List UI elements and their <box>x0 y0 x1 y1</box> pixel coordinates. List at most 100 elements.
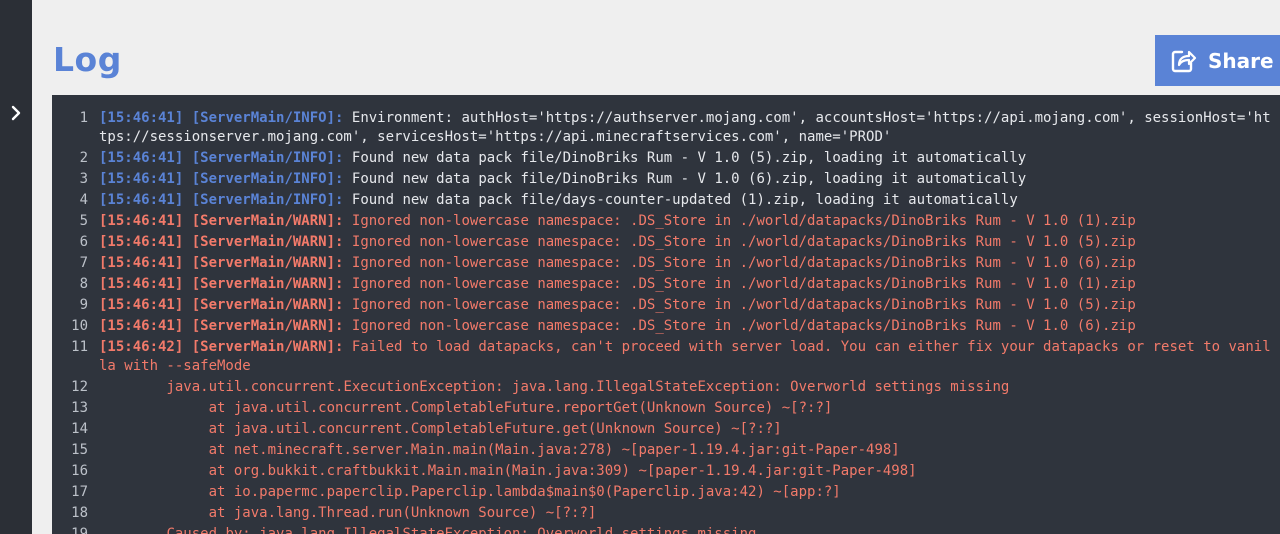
log-line-content: [15:46:41] [ServerMain/WARN]: Ignored no… <box>99 254 1280 273</box>
log-line: 2 [15:46:41] [ServerMain/INFO]: Found new… <box>52 149 1280 168</box>
line-number[interactable]: 19 <box>52 525 99 534</box>
log-message: at java.util.concurrent.CompletableFutur… <box>99 421 782 437</box>
log-timestamp: [15:46:41] <box>99 318 184 334</box>
log-source-level: [ServerMain/INFO]: <box>191 192 344 208</box>
line-number[interactable]: 18 <box>52 504 99 523</box>
log-timestamp: [15:46:41] <box>99 297 184 313</box>
log-timestamp: [15:46:41] <box>99 192 184 208</box>
log-line-content: at java.lang.Thread.run(Unknown Source) … <box>99 504 1280 523</box>
log-line: 11 [15:46:42] [ServerMain/WARN]: Failed t… <box>52 338 1280 376</box>
log-viewer[interactable]: 1 [15:46:41] [ServerMain/INFO]: Environme… <box>52 95 1280 534</box>
line-number[interactable]: 12 <box>52 378 99 397</box>
line-number[interactable]: 1 <box>52 109 99 147</box>
log-lines: 1 [15:46:41] [ServerMain/INFO]: Environme… <box>52 109 1280 534</box>
line-number[interactable]: 16 <box>52 462 99 481</box>
log-line: 10 [15:46:41] [ServerMain/WARN]: Ignored … <box>52 317 1280 336</box>
log-message: java.util.concurrent.ExecutionException:… <box>99 379 1010 395</box>
share-icon <box>1169 47 1197 75</box>
line-number[interactable]: 6 <box>52 233 99 252</box>
log-line-content: [15:46:41] [ServerMain/INFO]: Found new … <box>99 170 1280 189</box>
log-timestamp: [15:46:41] <box>99 110 184 126</box>
log-timestamp: [15:46:41] <box>99 234 184 250</box>
log-line-content: [15:46:41] [ServerMain/INFO]: Found new … <box>99 191 1280 210</box>
log-line: 19 Caused by: java.lang.IllegalStateExce… <box>52 525 1280 534</box>
log-line: 1 [15:46:41] [ServerMain/INFO]: Environme… <box>52 109 1280 147</box>
log-line-content: [15:46:41] [ServerMain/INFO]: Found new … <box>99 149 1280 168</box>
log-source-level: [ServerMain/INFO]: <box>191 150 344 166</box>
line-number[interactable]: 10 <box>52 317 99 336</box>
log-timestamp: [15:46:41] <box>99 255 184 271</box>
log-timestamp: [15:46:41] <box>99 213 184 229</box>
log-message: Ignored non-lowercase namespace: .DS_Sto… <box>351 297 1136 313</box>
log-source-level: [ServerMain/WARN]: <box>191 339 344 355</box>
log-line-content: at java.util.concurrent.CompletableFutur… <box>99 399 1280 418</box>
line-number[interactable]: 17 <box>52 483 99 502</box>
log-line: 18 at java.lang.Thread.run(Unknown Sourc… <box>52 504 1280 523</box>
log-line: 9 [15:46:41] [ServerMain/WARN]: Ignored n… <box>52 296 1280 315</box>
share-button[interactable]: Share <box>1155 35 1280 86</box>
log-timestamp: [15:46:41] <box>99 171 184 187</box>
log-message: Ignored non-lowercase namespace: .DS_Sto… <box>351 234 1136 250</box>
log-line: 16 at org.bukkit.craftbukkit.Main.main(M… <box>52 462 1280 481</box>
log-line: 4 [15:46:41] [ServerMain/INFO]: Found new… <box>52 191 1280 210</box>
log-message: Ignored non-lowercase namespace: .DS_Sto… <box>351 318 1136 334</box>
line-number[interactable]: 2 <box>52 149 99 168</box>
log-line-content: at io.papermc.paperclip.Paperclip.lambda… <box>99 483 1280 502</box>
log-message: at org.bukkit.craftbukkit.Main.main(Main… <box>99 463 917 479</box>
log-line: 3 [15:46:41] [ServerMain/INFO]: Found new… <box>52 170 1280 189</box>
log-message: Found new data pack file/days-counter-up… <box>351 192 1018 208</box>
log-message: at java.lang.Thread.run(Unknown Source) … <box>99 505 597 521</box>
log-line: 6 [15:46:41] [ServerMain/WARN]: Ignored n… <box>52 233 1280 252</box>
log-source-level: [ServerMain/WARN]: <box>191 297 344 313</box>
log-message: Ignored non-lowercase namespace: .DS_Sto… <box>351 276 1136 292</box>
sidebar <box>0 0 32 534</box>
log-source-level: [ServerMain/WARN]: <box>191 234 344 250</box>
log-timestamp: [15:46:41] <box>99 276 184 292</box>
log-timestamp: [15:46:41] <box>99 150 184 166</box>
log-source-level: [ServerMain/WARN]: <box>191 276 344 292</box>
log-line: 14 at java.util.concurrent.CompletableFu… <box>52 420 1280 439</box>
log-line-content: [15:46:41] [ServerMain/WARN]: Ignored no… <box>99 233 1280 252</box>
log-message: Found new data pack file/DinoBriks Rum -… <box>351 150 1027 166</box>
log-message: Ignored non-lowercase namespace: .DS_Sto… <box>351 213 1136 229</box>
log-message: Caused by: java.lang.IllegalStateExcepti… <box>99 526 757 534</box>
log-source-level: [ServerMain/INFO]: <box>191 110 344 126</box>
chevron-right-icon[interactable] <box>6 103 26 123</box>
log-line: 5 [15:46:41] [ServerMain/WARN]: Ignored n… <box>52 212 1280 231</box>
log-source-level: [ServerMain/WARN]: <box>191 318 344 334</box>
log-line-content: at org.bukkit.craftbukkit.Main.main(Main… <box>99 462 1280 481</box>
log-source-level: [ServerMain/WARN]: <box>191 213 344 229</box>
line-number[interactable]: 11 <box>52 338 99 376</box>
log-line-content: [15:46:41] [ServerMain/INFO]: Environmen… <box>99 109 1280 147</box>
log-line-content: Caused by: java.lang.IllegalStateExcepti… <box>99 525 1280 534</box>
line-number[interactable]: 4 <box>52 191 99 210</box>
line-number[interactable]: 13 <box>52 399 99 418</box>
log-line: 12 java.util.concurrent.ExecutionExcepti… <box>52 378 1280 397</box>
log-line: 15 at net.minecraft.server.Main.main(Mai… <box>52 441 1280 460</box>
log-line-content: [15:46:41] [ServerMain/WARN]: Ignored no… <box>99 212 1280 231</box>
log-line-content: [15:46:41] [ServerMain/WARN]: Ignored no… <box>99 275 1280 294</box>
log-message: Found new data pack file/DinoBriks Rum -… <box>351 171 1027 187</box>
line-number[interactable]: 14 <box>52 420 99 439</box>
log-message: at java.util.concurrent.CompletableFutur… <box>99 400 833 416</box>
line-number[interactable]: 5 <box>52 212 99 231</box>
log-line-content: at net.minecraft.server.Main.main(Main.j… <box>99 441 1280 460</box>
line-number[interactable]: 8 <box>52 275 99 294</box>
log-line: 7 [15:46:41] [ServerMain/WARN]: Ignored n… <box>52 254 1280 273</box>
log-line-content: [15:46:41] [ServerMain/WARN]: Ignored no… <box>99 317 1280 336</box>
line-number[interactable]: 9 <box>52 296 99 315</box>
line-number[interactable]: 3 <box>52 170 99 189</box>
log-message: at io.papermc.paperclip.Paperclip.lambda… <box>99 484 841 500</box>
log-line-content: [15:46:41] [ServerMain/WARN]: Ignored no… <box>99 296 1280 315</box>
log-source-level: [ServerMain/INFO]: <box>191 171 344 187</box>
log-source-level: [ServerMain/WARN]: <box>191 255 344 271</box>
log-timestamp: [15:46:42] <box>99 339 184 355</box>
share-label: Share <box>1208 48 1274 73</box>
log-message: at net.minecraft.server.Main.main(Main.j… <box>99 442 900 458</box>
log-line: 17 at io.papermc.paperclip.Paperclip.lam… <box>52 483 1280 502</box>
log-message: Ignored non-lowercase namespace: .DS_Sto… <box>351 255 1136 271</box>
log-line: 13 at java.util.concurrent.CompletableFu… <box>52 399 1280 418</box>
line-number[interactable]: 7 <box>52 254 99 273</box>
line-number[interactable]: 15 <box>52 441 99 460</box>
log-line-content: [15:46:42] [ServerMain/WARN]: Failed to … <box>99 338 1280 376</box>
